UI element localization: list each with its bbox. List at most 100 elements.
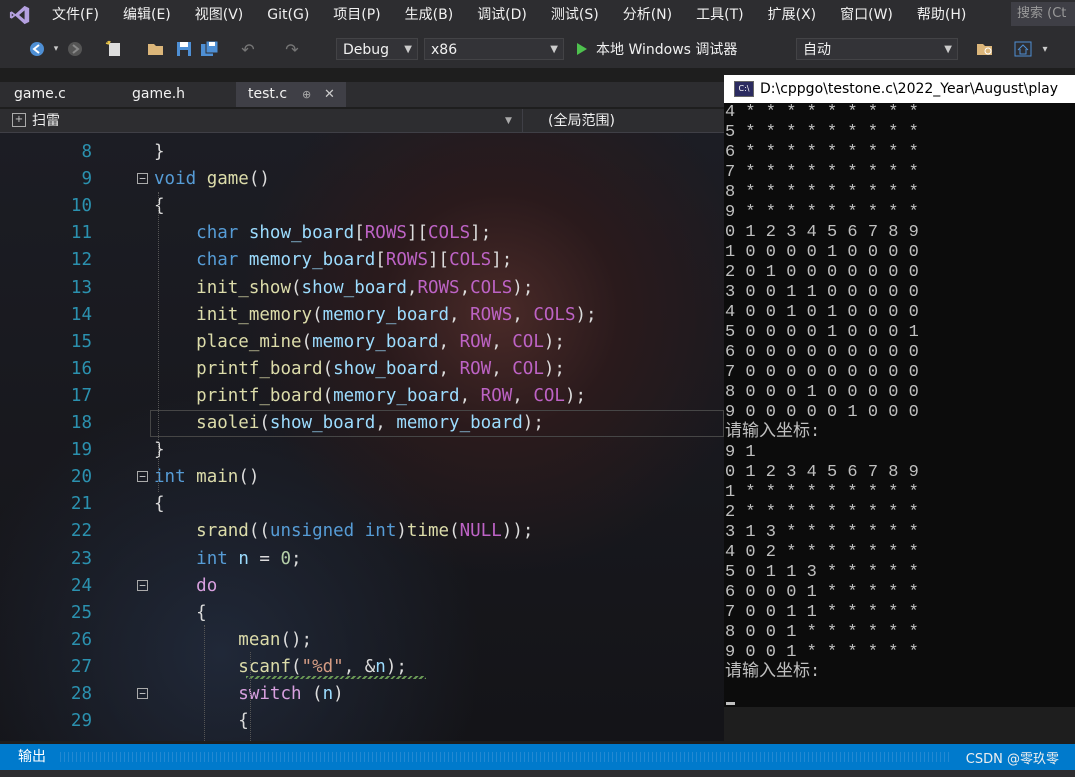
redo-icon[interactable]: ↷	[282, 39, 302, 59]
console-line: 9 * * * * * * * * *	[725, 203, 919, 222]
code-line[interactable]: 11 char show_board[ROWS][COLS];	[0, 220, 724, 247]
code-line[interactable]: 8}	[0, 139, 724, 166]
code-text: {	[154, 602, 207, 623]
code-text: do	[196, 575, 218, 596]
code-line[interactable]: 17 printf_board(memory_board, ROW, COL);	[0, 383, 724, 410]
forward-icon[interactable]	[66, 39, 84, 59]
bottom-edge	[0, 770, 1075, 777]
back-icon[interactable]	[28, 39, 46, 59]
chevron-down-icon: ▼	[550, 44, 558, 55]
code-text: mean();	[238, 629, 313, 650]
code-line[interactable]: 28 − switch (n)	[0, 681, 724, 708]
indent-guide	[204, 625, 205, 741]
collapse-icon[interactable]: −	[137, 471, 148, 483]
menu-item[interactable]: 工具(T)	[684, 0, 755, 30]
code-line[interactable]: 20 − int main()	[0, 464, 724, 491]
console-title-bar[interactable]: C:\ D:\cppgo\testone.c\2022_Year\August\p…	[724, 75, 1075, 103]
undo-icon[interactable]: ↶	[238, 39, 258, 59]
close-icon[interactable]: ✕	[324, 82, 335, 107]
save-all-icon[interactable]	[199, 39, 221, 59]
play-icon[interactable]	[574, 39, 590, 59]
back-dropdown-icon[interactable]: ▾	[50, 39, 62, 59]
code-line[interactable]: 22 srand((unsigned int)time(NULL));	[0, 518, 724, 545]
menu-item[interactable]: Git(G)	[255, 0, 321, 30]
home-icon[interactable]	[1012, 39, 1034, 59]
menu-item[interactable]: 扩展(X)	[756, 0, 829, 30]
config-select-value: Debug	[343, 42, 390, 58]
line-number: 27	[70, 656, 92, 677]
console-window[interactable]: C:\ D:\cppgo\testone.c\2022_Year\August\p…	[724, 75, 1075, 707]
new-item-icon[interactable]	[104, 39, 124, 59]
code-line[interactable]: 16 printf_board(show_board, ROW, COL);	[0, 356, 724, 383]
line-number: 9	[81, 169, 92, 190]
code-line[interactable]: 29 {	[0, 708, 724, 735]
config-select[interactable]: Debug ▼	[336, 38, 418, 60]
scope-dropdown[interactable]: (全局范围)	[548, 109, 615, 133]
auto-select-value: 自动	[803, 42, 831, 58]
start-debugger-button[interactable]: 本地 Windows 调试器	[596, 39, 766, 59]
code-line[interactable]: 9 − void game()	[0, 166, 724, 193]
folder-search-icon[interactable]	[974, 39, 996, 59]
code-line[interactable]: 15 place_mine(memory_board, ROW, COL);	[0, 329, 724, 356]
code-line[interactable]: 19}	[0, 437, 724, 464]
auto-select[interactable]: 自动 ▼	[796, 38, 958, 60]
pin-icon[interactable]: ⊕	[302, 82, 311, 107]
console-cursor	[726, 702, 735, 705]
collapse-icon[interactable]: −	[137, 688, 148, 699]
collapse-icon[interactable]: −	[137, 579, 148, 591]
open-folder-icon[interactable]	[146, 39, 166, 59]
code-line[interactable]: 26 mean();	[0, 627, 724, 654]
console-app-icon: C:\	[734, 81, 754, 97]
toolbar-overflow-icon[interactable]: ▾	[1038, 39, 1052, 59]
menu-item[interactable]: 测试(S)	[539, 0, 611, 30]
code-line[interactable]: 27 scanf("%d", &n);	[0, 654, 724, 681]
line-number: 17	[70, 385, 92, 406]
code-line[interactable]: 12 char memory_board[ROWS][COLS];	[0, 247, 724, 274]
chevron-down-icon: ▼	[404, 44, 412, 55]
menu-item[interactable]: 分析(N)	[611, 0, 684, 30]
code-line[interactable]: 13 init_show(show_board,ROWS,COLS);	[0, 275, 724, 302]
console-line: 0 1 2 3 4 5 6 7 8 9	[725, 223, 919, 242]
code-line[interactable]: 10 {	[0, 193, 724, 220]
code-text: }	[154, 142, 165, 162]
tab-game-h[interactable]: game.h	[118, 82, 236, 107]
code-text: place_mine(memory_board, ROW, COL);	[196, 331, 565, 352]
save-icon[interactable]	[174, 39, 194, 59]
output-tab[interactable]: 输出	[18, 744, 46, 770]
code-line[interactable]: 14 init_memory(memory_board, ROWS, COLS)…	[0, 302, 724, 329]
line-number: 25	[70, 602, 92, 623]
code-editor[interactable]: 8} 9− void game() 10{11 char show_board[ROW…	[0, 133, 724, 741]
menu-item[interactable]: 窗口(W)	[828, 0, 905, 30]
project-dropdown[interactable]: 扫雷	[32, 109, 60, 133]
code-line[interactable]: 24 − do	[0, 573, 724, 600]
visual-studio-logo-icon[interactable]	[0, 0, 40, 30]
code-text: srand((unsigned int)time(NULL));	[196, 521, 534, 542]
collapse-icon[interactable]: −	[137, 173, 148, 185]
search-input[interactable]: 搜索 (Ct	[1011, 2, 1075, 26]
menu-item[interactable]: 调试(D)	[465, 0, 539, 30]
code-line[interactable]: 21 {	[0, 491, 724, 518]
menu-item[interactable]: 视图(V)	[183, 0, 256, 30]
menu-item[interactable]: 编辑(E)	[111, 0, 183, 30]
tab-test-c[interactable]: test.c ⊕ ✕	[236, 82, 346, 107]
code-text: saolei(show_board, memory_board);	[196, 413, 544, 433]
output-drag-handle[interactable]	[60, 752, 950, 762]
code-line[interactable]: 25 {	[0, 600, 724, 627]
chevron-down-icon[interactable]: ▼	[505, 109, 512, 133]
indent-guide	[158, 192, 159, 492]
menu-item[interactable]: 项目(P)	[321, 0, 392, 30]
menu-item[interactable]: 帮助(H)	[905, 0, 978, 30]
platform-select-value: x86	[431, 42, 458, 58]
menu-item[interactable]: 生成(B)	[393, 0, 466, 30]
platform-select[interactable]: x86 ▼	[424, 38, 564, 60]
menu-item[interactable]: 文件(F)	[40, 0, 111, 30]
tab-game-c[interactable]: game.c	[0, 82, 118, 107]
code-line[interactable]: 23 int n = 0;	[0, 546, 724, 573]
line-number: 29	[70, 711, 92, 732]
code-text: char memory_board[ROWS][COLS];	[196, 250, 513, 271]
console-line: 请输入坐标:	[725, 663, 821, 682]
console-line: 8 0 0 0 1 0 0 0 0 0	[725, 383, 919, 402]
console-line: 7 * * * * * * * * *	[725, 163, 919, 182]
code-line[interactable]: 18 saolei(show_board, memory_board);	[71, 410, 724, 437]
console-title: D:\cppgo\testone.c\2022_Year\August\play	[760, 81, 1058, 97]
